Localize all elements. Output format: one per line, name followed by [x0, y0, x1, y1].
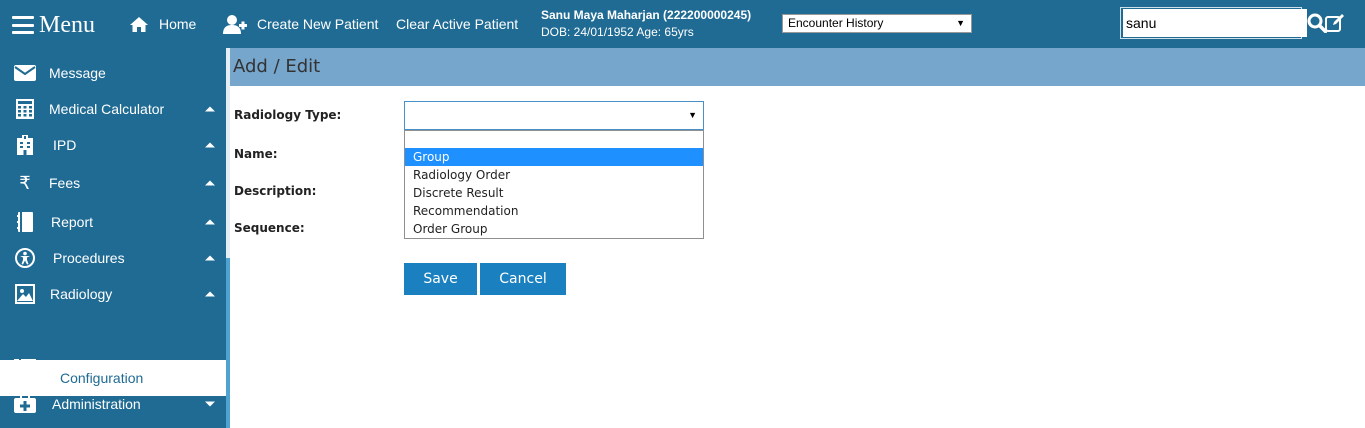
- dropdown-option-recommendation[interactable]: Recommendation: [405, 202, 703, 220]
- home-label: Home: [159, 16, 197, 32]
- dropdown-option-group[interactable]: Group: [405, 148, 703, 166]
- sidebar-item-procedures[interactable]: Procedures: [0, 240, 226, 276]
- sidebar-item-label: Inventory: [50, 360, 108, 376]
- sidebar-item-administration[interactable]: Administration: [0, 386, 226, 422]
- sidebar-item-label: Fees: [49, 175, 81, 191]
- sidebar-item-message[interactable]: Message: [0, 55, 226, 91]
- dropdown-option-order-group[interactable]: Order Group: [405, 220, 703, 238]
- patient-name: Sanu Maya Maharjan (222200000245): [541, 8, 752, 22]
- envelope-icon: [13, 62, 37, 84]
- sequence-label: Sequence:: [234, 221, 305, 235]
- hospital-icon: [13, 134, 37, 156]
- caret-up-icon: [205, 219, 215, 225]
- sidebar-item-medical-calculator[interactable]: Medical Calculator: [0, 91, 226, 127]
- sidebar-item-label: Radiology: [50, 286, 113, 302]
- sidebar-item-label: IPD: [53, 137, 77, 153]
- hamburger-icon: [12, 16, 34, 34]
- encounter-history-value: Encounter History: [788, 16, 884, 30]
- save-button[interactable]: Save: [404, 263, 477, 295]
- dropdown-option-empty[interactable]: [405, 131, 703, 149]
- description-label: Description:: [234, 184, 317, 198]
- content-header: Add / Edit: [230, 48, 1365, 86]
- clear-active-patient-link[interactable]: Clear Active Patient: [396, 0, 518, 48]
- sidebar-item-label: Report: [51, 214, 94, 230]
- edit-icon: [1325, 14, 1344, 32]
- caret-up-icon: [205, 106, 215, 112]
- dropdown-option-radiology-order[interactable]: Radiology Order: [405, 166, 703, 184]
- sidebar-item-label: Message: [49, 65, 106, 81]
- create-new-patient-link[interactable]: Create New Patient: [223, 0, 378, 48]
- dropdown-option-discrete-result[interactable]: Discrete Result: [405, 184, 703, 202]
- rupee-icon: ₹: [19, 172, 31, 194]
- radiology-type-dropdown: Group Radiology Order Discrete Result Re…: [404, 130, 704, 239]
- radiology-type-label: Radiology Type:: [234, 108, 342, 122]
- sidebar: Message Medical Calculator IPD ₹ Fees Re…: [0, 48, 226, 428]
- book-icon: [13, 211, 37, 233]
- caret-up-icon: [205, 291, 215, 297]
- radiology-type-select[interactable]: ▼: [404, 101, 704, 130]
- sidebar-item-label: Procedures: [53, 250, 125, 266]
- home-link[interactable]: Home: [129, 0, 196, 48]
- sidebar-scrollbar[interactable]: [226, 48, 230, 428]
- user-plus-icon: [223, 15, 247, 34]
- clear-active-patient-label: Clear Active Patient: [396, 16, 519, 32]
- cancel-button[interactable]: Cancel: [480, 263, 566, 295]
- caret-down-icon: [205, 365, 215, 371]
- dropdown-arrow-icon: ▼: [688, 110, 697, 120]
- image-icon: [13, 283, 37, 305]
- patient-search: [1120, 7, 1327, 39]
- sidebar-item-report[interactable]: Report: [0, 204, 226, 240]
- sidebar-item-radiology[interactable]: Radiology: [0, 276, 226, 312]
- search-input[interactable]: [1123, 9, 1307, 37]
- menu-toggle-button[interactable]: Menu: [12, 11, 95, 39]
- medkit-icon: [13, 393, 37, 415]
- active-patient-info: Sanu Maya Maharjan (222200000245) DOB: 2…: [541, 7, 751, 41]
- page-title: Add / Edit: [233, 56, 321, 77]
- caret-up-icon: [205, 255, 215, 261]
- sidebar-item-inventory[interactable]: Inventory: [0, 350, 226, 386]
- patient-dob-age: DOB: 24/01/1952 Age: 65yrs: [541, 25, 694, 39]
- caret-down-icon: [205, 401, 215, 407]
- caret-up-icon: [205, 180, 215, 186]
- menu-label: Menu: [39, 12, 95, 38]
- dropdown-arrow-icon: ▼: [956, 18, 965, 28]
- calculator-icon: [13, 98, 37, 120]
- encounter-history-select[interactable]: Encounter History ▼: [782, 14, 972, 33]
- sidebar-item-fees[interactable]: ₹ Fees: [0, 165, 226, 201]
- list-icon: [13, 357, 37, 379]
- create-new-patient-label: Create New Patient: [257, 16, 379, 32]
- scrollbar-thumb[interactable]: [226, 258, 230, 428]
- top-navbar: Menu Home Create New Patient Clear Activ…: [0, 0, 1365, 48]
- name-label: Name:: [234, 147, 278, 161]
- accessibility-icon: [13, 247, 37, 269]
- sidebar-item-label: Medical Calculator: [49, 101, 165, 117]
- sidebar-item-label: Administration: [52, 396, 141, 412]
- edit-button[interactable]: [1324, 12, 1346, 39]
- sidebar-item-ipd[interactable]: IPD: [0, 127, 226, 163]
- home-icon: [130, 16, 148, 32]
- caret-up-icon: [205, 142, 215, 148]
